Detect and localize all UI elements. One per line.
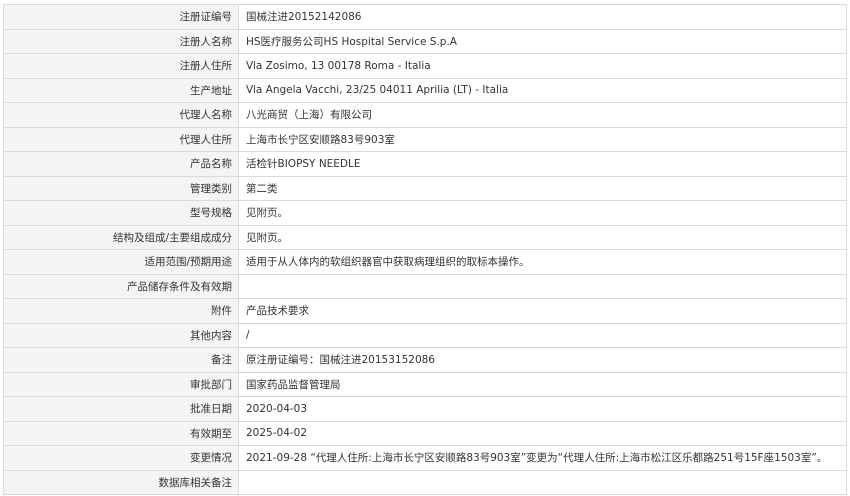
- row-value: 第二类: [238, 175, 847, 201]
- row-value: 上海市长宁区安顺路83号903室: [238, 126, 847, 152]
- table-row: 变更情况 2021-09-28 “代理人住所:上海市长宁区安顺路83号903室”…: [3, 445, 847, 471]
- table-row: 适用范围/预期用途 适用于从人体内的软组织器官中获取病理组织的取标本操作。: [3, 249, 847, 275]
- row-value: 2020-04-03: [238, 396, 847, 422]
- row-label: 注册人名称: [3, 28, 239, 54]
- row-value: [238, 273, 847, 299]
- row-label: 数据库相关备注: [3, 469, 239, 495]
- table-row: 其他内容 /: [3, 322, 847, 348]
- table-row: 有效期至 2025-04-02: [3, 420, 847, 446]
- row-value: Via Angela Vacchi, 23/25 04011 Aprilia (…: [238, 77, 847, 103]
- row-label: 有效期至: [3, 420, 239, 446]
- row-value: 原注册证编号：国械注进20153152086: [238, 347, 847, 373]
- row-label: 适用范围/预期用途: [3, 249, 239, 275]
- table-row: 代理人住所 上海市长宁区安顺路83号903室: [3, 126, 847, 152]
- table-row: 批准日期 2020-04-03: [3, 396, 847, 422]
- row-value: 2021-09-28 “代理人住所:上海市长宁区安顺路83号903室”变更为“代…: [238, 445, 847, 471]
- row-label: 其他内容: [3, 322, 239, 348]
- table-row: 代理人名称 八光商贸（上海）有限公司: [3, 102, 847, 128]
- row-label: 产品储存条件及有效期: [3, 273, 239, 299]
- table-row: 审批部门 国家药品监督管理局: [3, 371, 847, 397]
- row-label: 批准日期: [3, 396, 239, 422]
- registration-detail-table: 注册证编号 国械注进20152142086 注册人名称 HS医疗服务公司HS H…: [3, 4, 847, 495]
- row-label: 附件: [3, 298, 239, 324]
- row-label: 审批部门: [3, 371, 239, 397]
- table-row: 产品名称 活检针BIOPSY NEEDLE: [3, 151, 847, 177]
- row-label: 注册人住所: [3, 53, 239, 79]
- table-row: 注册人名称 HS医疗服务公司HS Hospital Service S.p.A: [3, 28, 847, 54]
- row-label: 管理类别: [3, 175, 239, 201]
- table-row: 生产地址 Via Angela Vacchi, 23/25 04011 Apri…: [3, 77, 847, 103]
- row-label: 产品名称: [3, 151, 239, 177]
- row-label: 备注: [3, 347, 239, 373]
- row-label: 变更情况: [3, 445, 239, 471]
- row-label: 型号规格: [3, 200, 239, 226]
- row-label: 注册证编号: [3, 4, 239, 30]
- row-label: 代理人名称: [3, 102, 239, 128]
- row-value: /: [238, 322, 847, 348]
- table-row: 管理类别 第二类: [3, 175, 847, 201]
- table-row: 结构及组成/主要组成成分 见附页。: [3, 224, 847, 250]
- row-label: 结构及组成/主要组成成分: [3, 224, 239, 250]
- table-row: 附件 产品技术要求: [3, 298, 847, 324]
- row-value: 见附页。: [238, 224, 847, 250]
- row-value: 产品技术要求: [238, 298, 847, 324]
- row-label: 生产地址: [3, 77, 239, 103]
- row-value: HS医疗服务公司HS Hospital Service S.p.A: [238, 28, 847, 54]
- row-value: 八光商贸（上海）有限公司: [238, 102, 847, 128]
- row-value: 活检针BIOPSY NEEDLE: [238, 151, 847, 177]
- row-label: 代理人住所: [3, 126, 239, 152]
- table-row: 注册人住所 Via Zosimo, 13 00178 Roma - Italia: [3, 53, 847, 79]
- table-row: 数据库相关备注: [3, 469, 847, 495]
- row-value: 2025-04-02: [238, 420, 847, 446]
- row-value: 适用于从人体内的软组织器官中获取病理组织的取标本操作。: [238, 249, 847, 275]
- table-row: 注册证编号 国械注进20152142086: [3, 4, 847, 30]
- table-row: 产品储存条件及有效期: [3, 273, 847, 299]
- table-row: 型号规格 见附页。: [3, 200, 847, 226]
- row-value: 国械注进20152142086: [238, 4, 847, 30]
- row-value: [238, 469, 847, 495]
- row-value: Via Zosimo, 13 00178 Roma - Italia: [238, 53, 847, 79]
- row-value: 国家药品监督管理局: [238, 371, 847, 397]
- table-row: 备注 原注册证编号：国械注进20153152086: [3, 347, 847, 373]
- row-value: 见附页。: [238, 200, 847, 226]
